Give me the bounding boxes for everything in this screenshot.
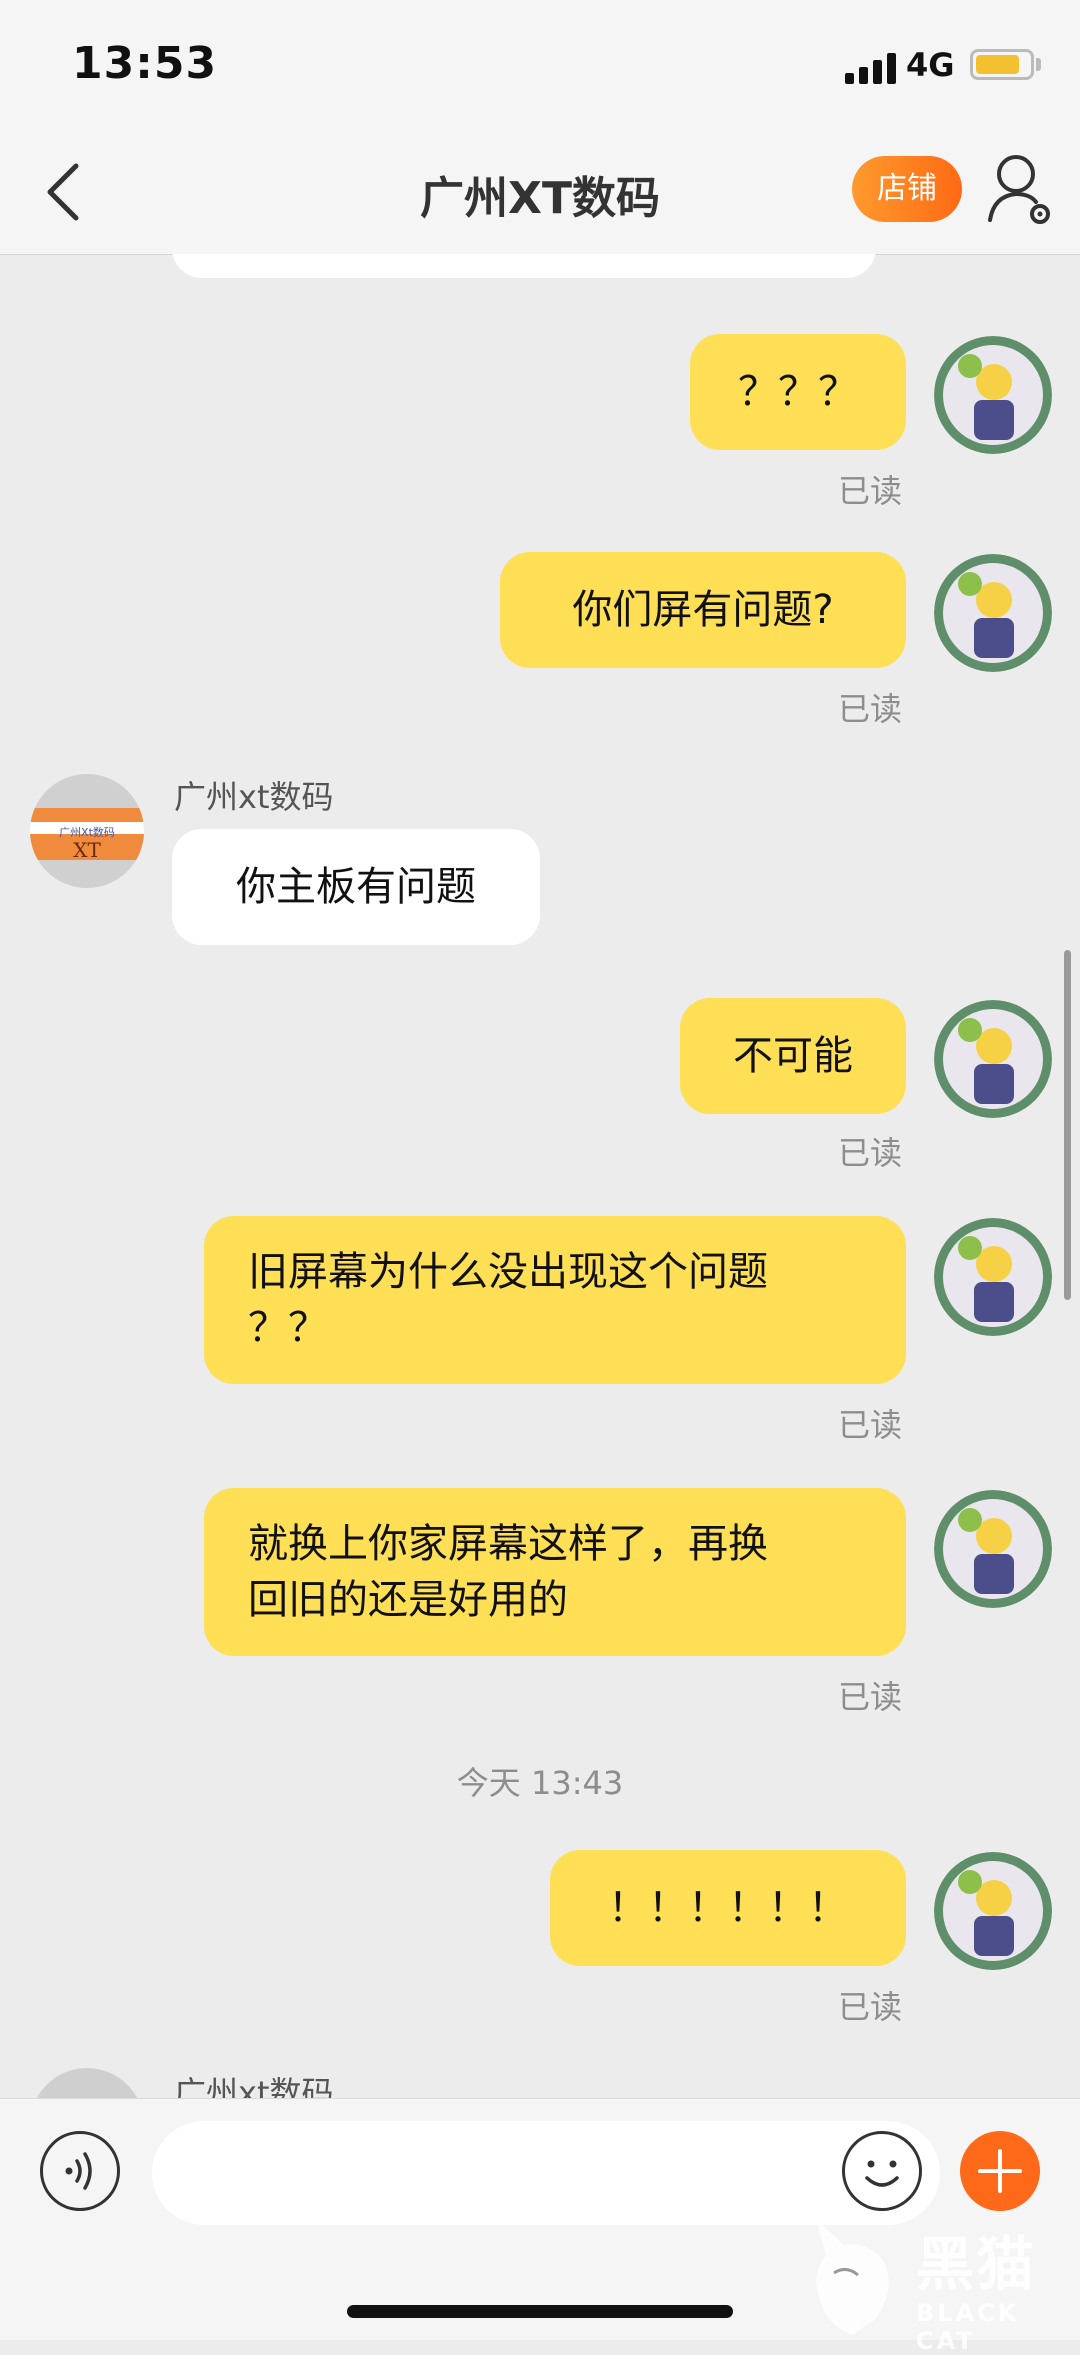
battery-fill (976, 55, 1019, 74)
emoji-button[interactable] (842, 2131, 922, 2211)
cartoon-cat-avatar-icon (934, 1000, 1052, 1118)
user-settings-icon (988, 155, 1050, 224)
message-line: 旧屏幕为什么没出现这个问题 (248, 1249, 768, 1295)
battery-icon (970, 49, 1034, 80)
status-time: 13:53 (72, 38, 218, 89)
read-status: 已读 (838, 1406, 903, 1444)
scroll-indicator[interactable] (1064, 950, 1071, 1300)
more-button[interactable] (960, 2131, 1040, 2211)
cartoon-cat-avatar-icon (934, 554, 1052, 672)
read-status: 已读 (838, 690, 903, 728)
their-message-bubble[interactable]: 你主板有问题 (172, 829, 540, 945)
voice-icon (65, 2152, 92, 2190)
my-message-bubble[interactable]: 就换上你家屏幕这样了，再换 回旧的还是好用的 (204, 1488, 906, 1656)
profile-settings-button[interactable] (984, 150, 1054, 230)
battery-cap (1036, 58, 1041, 71)
cartoon-cat-avatar-icon (934, 1852, 1052, 1970)
cartoon-cat-avatar-icon (934, 1218, 1052, 1336)
message-input[interactable] (152, 2121, 940, 2225)
my-avatar[interactable] (934, 1852, 1052, 1970)
my-avatar[interactable] (934, 1000, 1052, 1118)
network-type: 4G (906, 46, 955, 84)
shop-avatar-mark: XT (73, 838, 101, 862)
read-status: 已读 (838, 1988, 903, 2026)
cartoon-cat-avatar-icon (934, 1490, 1052, 1608)
my-avatar[interactable] (934, 1218, 1052, 1336)
shop-avatar[interactable] (30, 2068, 144, 2098)
voice-button[interactable] (40, 2131, 120, 2211)
my-avatar[interactable] (934, 554, 1052, 672)
time-separator: 今天 13:43 (456, 1764, 624, 1802)
my-message-bubble[interactable]: 你们屏有问题? (500, 552, 906, 668)
home-indicator[interactable] (347, 2305, 733, 2318)
read-status: 已读 (838, 472, 903, 510)
chat-message-list[interactable]: ？？？ 已读 你们屏有问题? 已读 广州xt数码 广州Xt数码 XT 你主板有问… (0, 254, 1080, 2098)
my-message-bubble[interactable]: ？？？ (690, 334, 906, 450)
cartoon-cat-avatar-icon (934, 336, 1052, 454)
read-status: 已读 (838, 1678, 903, 1716)
my-message-bubble[interactable]: ！！！！！！ (550, 1850, 906, 1966)
shop-button[interactable]: 店铺 (852, 156, 962, 222)
watermark-text-cn: 黑猫 (916, 2230, 1037, 2298)
cellular-signal-icon (845, 52, 897, 84)
emoji-icon (865, 2160, 899, 2187)
message-line: 回旧的还是好用的 (248, 1577, 568, 1623)
message-line: ？？ (248, 1305, 328, 1351)
my-avatar[interactable] (934, 336, 1052, 454)
black-cat-watermark: 黑猫 BLACK CAT (806, 2215, 1080, 2355)
chat-header: 广州XT数码 店铺 (0, 130, 1080, 255)
my-message-bubble[interactable]: 旧屏幕为什么没出现这个问题 ？？ (204, 1216, 906, 1384)
sender-name: 广州xt数码 (174, 778, 334, 816)
clipped-message-bubble (172, 254, 876, 278)
message-line: 就换上你家屏幕这样了，再换 (248, 1521, 768, 1567)
sender-name: 广州xt数码 (174, 2074, 334, 2098)
cat-logo-icon (816, 2219, 889, 2335)
plus-icon (978, 2149, 1022, 2193)
my-avatar[interactable] (934, 1490, 1052, 1608)
my-message-bubble[interactable]: 不可能 (680, 998, 906, 1114)
read-status: 已读 (838, 1134, 903, 1172)
watermark-text-en: BLACK CAT (916, 2299, 1020, 2355)
status-bar: 13:53 4G (0, 0, 1080, 130)
